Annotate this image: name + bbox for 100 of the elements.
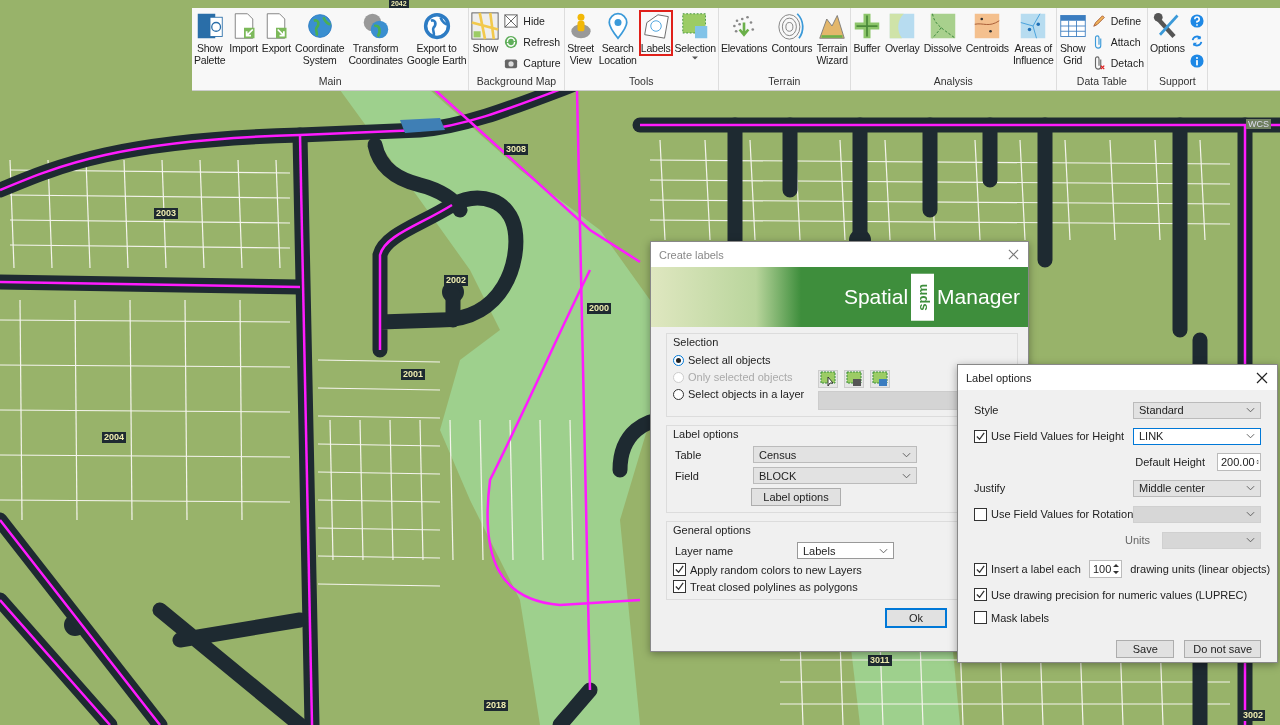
ribbon-button[interactable]: Attach: [1089, 33, 1146, 51]
ribbon-button[interactable]: Detach: [1089, 54, 1146, 72]
checkbox-label: Use Field Values for Height: [991, 430, 1125, 442]
refresh-icon: [504, 35, 519, 49]
selection-tool-icon: [820, 371, 837, 387]
crs-label: WCS: [1246, 119, 1271, 129]
radio-label: Select all objects: [688, 354, 771, 366]
style-dropdown[interactable]: Standard: [1133, 401, 1261, 419]
field-label: Default Height: [1135, 456, 1205, 468]
areas-icon: [1019, 12, 1048, 40]
ribbon-button[interactable]: Define: [1089, 12, 1146, 30]
field-label: Field: [674, 469, 700, 482]
caret-icon: [692, 56, 699, 60]
ribbon-button[interactable]: Export to Google Earth: [404, 10, 469, 68]
centroids-icon: [973, 12, 1002, 40]
dropdown-caret-icon: [1246, 433, 1255, 439]
ribbon-button[interactable]: Transform Coordinates: [346, 10, 405, 68]
crossed-square-icon: [504, 14, 519, 28]
group-title: General options: [673, 524, 751, 536]
ribbon-button[interactable]: Show Grid: [1056, 10, 1089, 68]
ribbon-button[interactable]: Refresh: [502, 33, 563, 51]
map-label: 3002: [1241, 710, 1266, 721]
map-label: 2003: [154, 208, 179, 219]
ribbon-button[interactable]: Dissolve: [921, 10, 964, 56]
select-tool-button[interactable]: [818, 370, 839, 388]
select-tool-button[interactable]: [844, 370, 865, 388]
ribbon-button[interactable]: Areas of Influence: [1010, 10, 1056, 68]
selection-tool-icon: [846, 371, 863, 387]
info-icon: [1189, 54, 1204, 68]
refresh-icon: [1189, 34, 1204, 48]
radio-button[interactable]: [673, 354, 684, 366]
ribbon-button[interactable]: Show Palette: [192, 10, 228, 68]
map-label: 2004: [102, 432, 127, 443]
radio-button[interactable]: [673, 388, 684, 400]
justify-dropdown[interactable]: Middle center: [1133, 479, 1261, 497]
group-label: Support: [1158, 75, 1197, 89]
checkbox[interactable]: [673, 563, 686, 576]
ribbon-button[interactable]: Hide: [502, 12, 563, 30]
map-icon: [471, 12, 500, 40]
overlay-icon: [888, 12, 917, 40]
radio-label: Select objects in a layer: [688, 388, 805, 400]
checkbox[interactable]: [974, 611, 987, 624]
group-title: Label options: [673, 428, 739, 440]
buffer-icon: [852, 12, 881, 40]
units-text: drawing units (linear objects): [1130, 563, 1271, 575]
checkbox-label: Insert a label each: [991, 563, 1081, 575]
ribbon-button[interactable]: Search Location: [596, 10, 639, 68]
label-interval-spinner[interactable]: 100: [1088, 560, 1123, 578]
dropdown-caret-icon: [902, 472, 911, 479]
label-options-button[interactable]: Label options: [751, 488, 841, 506]
height-field-dropdown[interactable]: LINK: [1133, 427, 1261, 445]
checkbox[interactable]: [974, 429, 987, 443]
terrain-icon: [818, 12, 847, 40]
group-label: Main: [317, 75, 343, 89]
ribbon-button[interactable]: Contours: [769, 10, 815, 56]
map-label: 2018: [484, 700, 509, 711]
pencil-icon: [1091, 14, 1106, 28]
dialog-button[interactable]: Save: [1116, 640, 1175, 658]
ribbon-button[interactable]: Elevations: [718, 10, 770, 56]
close-icon: [1256, 371, 1268, 384]
ribbon-button[interactable]: Export: [259, 10, 293, 56]
checkbox-label: Apply random colors to new Layers: [690, 563, 862, 576]
ribbon-button[interactable]: Centroids: [963, 10, 1011, 56]
checkbox-label: Mask labels: [991, 611, 1050, 624]
checkbox[interactable]: [673, 580, 686, 593]
ribbon-button[interactable]: Capture: [502, 54, 563, 72]
ribbon-button[interactable]: Options: [1148, 10, 1187, 56]
dropdown-caret-icon: [1246, 407, 1255, 413]
ribbon-button[interactable]: Show: [469, 10, 502, 56]
map-label: 2001: [401, 369, 426, 380]
dropdown-caret-icon: [879, 547, 888, 554]
dropdown[interactable]: BLOCK: [753, 467, 917, 484]
checkbox[interactable]: [974, 562, 987, 576]
ribbon-button[interactable]: Buffer: [850, 10, 883, 56]
map-label: 3011: [868, 655, 892, 666]
globe-icon: [422, 12, 451, 40]
ribbon-button[interactable]: Overlay: [882, 10, 922, 56]
ok-button[interactable]: Ok: [885, 608, 947, 628]
ribbon-button[interactable]: Labels: [638, 10, 673, 56]
dialog-button[interactable]: Do not save: [1184, 640, 1261, 658]
dropdown[interactable]: Census: [753, 446, 917, 463]
checkbox[interactable]: [974, 507, 987, 521]
ribbon-button[interactable]: Coordinate System: [293, 10, 347, 68]
table-icon: [1058, 12, 1087, 40]
map-label: 2002: [444, 275, 469, 286]
ribbon-button[interactable]: Street View: [564, 10, 597, 68]
ribbon-button[interactable]: Import: [227, 10, 260, 56]
selection-tool-icon: [872, 371, 889, 387]
checkbox[interactable]: [974, 588, 987, 601]
field-label: Justify: [974, 482, 1006, 494]
default-height-spinner[interactable]: 200.00: [1217, 453, 1261, 471]
dropdown-caret-icon: [1246, 511, 1255, 517]
select-tool-button[interactable]: [870, 370, 891, 388]
ribbon-button[interactable]: Terrain Wizard: [814, 10, 850, 68]
layer-name-field[interactable]: Labels: [797, 542, 894, 559]
radio-label: Only selected objects: [688, 371, 793, 383]
ribbon-button[interactable]: Selection: [672, 10, 718, 62]
bridge-shape: [400, 118, 445, 133]
contour-lines-icon: [777, 12, 806, 40]
spinner-arrows-icon: [1112, 562, 1121, 576]
